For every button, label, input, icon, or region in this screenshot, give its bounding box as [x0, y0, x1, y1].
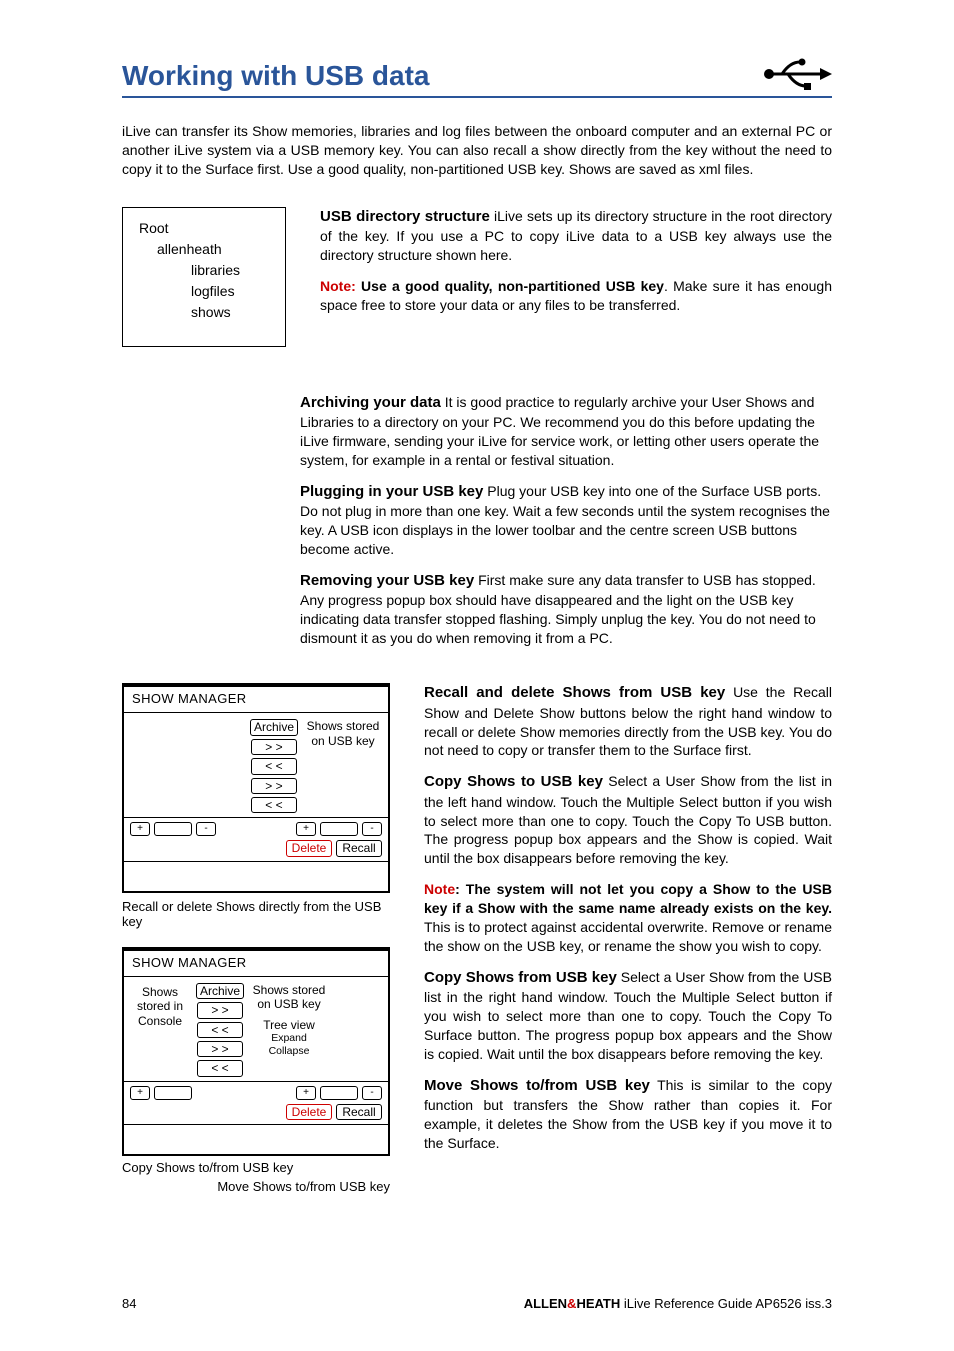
section-removing: Removing your USB key First make sure an… — [300, 571, 832, 648]
console-shows-label: Shows stored in Console — [130, 983, 190, 1077]
section-usb-directory: USB directory structure iLive sets up it… — [320, 207, 832, 265]
section-recall-delete: Recall and delete Shows from USB key Use… — [424, 683, 832, 760]
move-right-button[interactable]: > > — [197, 1041, 243, 1057]
section-archiving: Archiving your data It is good practice … — [300, 393, 832, 470]
move-left-button[interactable]: < < — [251, 797, 297, 813]
delete-button[interactable]: Delete — [286, 840, 332, 856]
section-move-shows: Move Shows to/from USB key This is simil… — [424, 1076, 832, 1153]
archive-button[interactable]: Archive — [196, 983, 244, 999]
blank-button[interactable] — [320, 1086, 358, 1100]
show-manager-panel-1: SHOW MANAGER Archive > > < < > > < < Sho… — [122, 683, 390, 892]
delete-button[interactable]: Delete — [286, 1104, 332, 1120]
expand-collapse-label: Expand Collapse — [250, 1032, 328, 1057]
diagram-2-caption-b: Move Shows to/from USB key — [122, 1179, 390, 1194]
dir-root: Root — [139, 218, 269, 239]
plus-button[interactable]: + — [130, 1086, 150, 1100]
usb-shows-label: Shows stored on USB key — [250, 983, 328, 1012]
blank-button[interactable] — [154, 1086, 192, 1100]
diagram-1-caption: Recall or delete Shows directly from the… — [122, 899, 390, 929]
usb-shows-label: Shows stored on USB key — [304, 719, 382, 813]
minus-button[interactable]: - — [362, 1086, 382, 1100]
plus-button[interactable]: + — [296, 822, 316, 836]
page-footer: 84 ALLEN&HEATH iLive Reference Guide AP6… — [122, 1296, 832, 1311]
blank-button[interactable] — [154, 822, 192, 836]
section-copy-to-usb: Copy Shows to USB key Select a User Show… — [424, 772, 832, 868]
section-copy-from-usb: Copy Shows from USB key Select a User Sh… — [424, 968, 832, 1064]
archive-button[interactable]: Archive — [250, 719, 298, 735]
panel-title: SHOW MANAGER — [124, 951, 388, 976]
minus-button[interactable]: - — [196, 822, 216, 836]
dir-logfiles: logfiles — [139, 281, 269, 302]
recall-button[interactable]: Recall — [336, 840, 382, 856]
plus-button[interactable]: + — [130, 822, 150, 836]
diagram-2-caption-a: Copy Shows to/from USB key — [122, 1160, 390, 1175]
dir-libraries: libraries — [139, 260, 269, 281]
section-plugging: Plugging in your USB key Plug your USB k… — [300, 482, 832, 559]
panel-title: SHOW MANAGER — [124, 687, 388, 712]
page-title: Working with USB data — [122, 60, 430, 92]
move-right-button[interactable]: > > — [251, 778, 297, 794]
page-header: Working with USB data — [122, 56, 832, 98]
copy-right-button[interactable]: > > — [197, 1002, 243, 1018]
tree-view-label: Tree view — [250, 1018, 328, 1032]
blank-button[interactable] — [320, 822, 358, 836]
page-number: 84 — [122, 1296, 136, 1311]
dir-shows: shows — [139, 302, 269, 323]
plus-button[interactable]: + — [296, 1086, 316, 1100]
move-left-button[interactable]: < < — [197, 1060, 243, 1076]
copy-left-button[interactable]: < < — [197, 1022, 243, 1038]
note-overwrite: Note: The system will not let you copy a… — [424, 880, 832, 956]
minus-button[interactable]: - — [362, 822, 382, 836]
recall-button[interactable]: Recall — [336, 1104, 382, 1120]
usb-icon — [760, 56, 832, 92]
directory-structure-box: Root allenheath libraries logfiles shows — [122, 207, 286, 347]
intro-paragraph: iLive can transfer its Show memories, li… — [122, 122, 832, 179]
copy-left-button[interactable]: < < — [251, 758, 297, 774]
footer-doc-info: ALLEN&HEATH iLive Reference Guide AP6526… — [524, 1296, 832, 1311]
copy-right-button[interactable]: > > — [251, 739, 297, 755]
note-usb-quality: Note: Use a good quality, non-partitione… — [320, 277, 832, 315]
show-manager-panel-2: SHOW MANAGER Shows stored in Console Arc… — [122, 947, 390, 1156]
dir-allenheath: allenheath — [139, 239, 269, 260]
